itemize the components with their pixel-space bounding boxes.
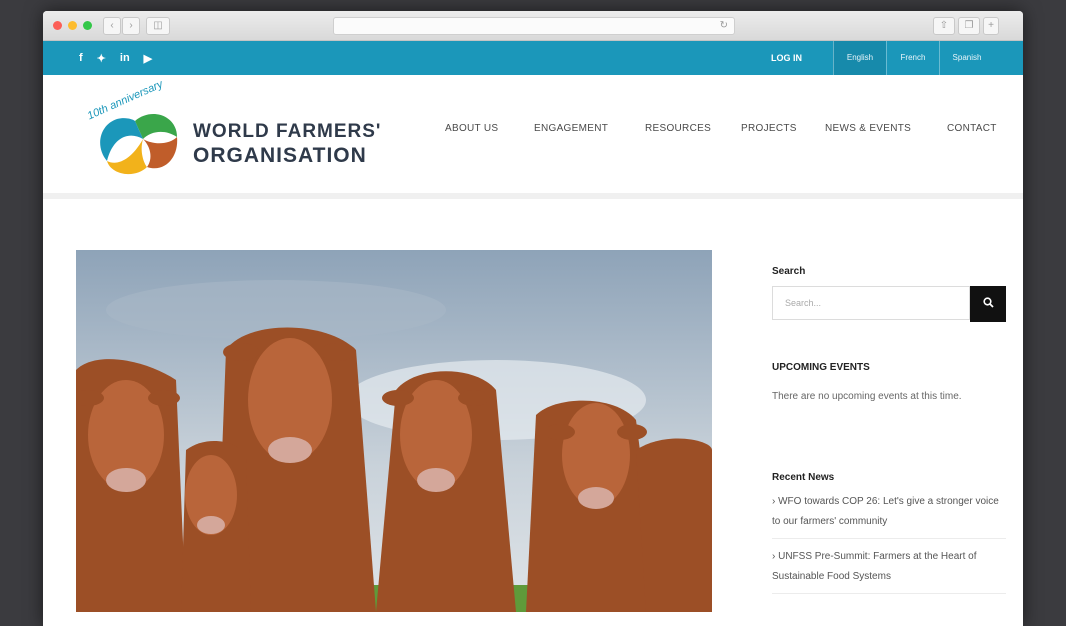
back-button[interactable]: ‹ [103, 17, 121, 35]
new-tab-icon[interactable]: + [983, 17, 999, 35]
share-icon[interactable]: ⇧ [933, 17, 955, 35]
browser-window: ‹ › ◫ ↻ ⇧ ❐ + f ✦ in ▶ LOG IN English Fr… [43, 11, 1023, 626]
search-input[interactable] [772, 286, 970, 320]
news-link[interactable]: UNFSS Pre-Summit: Farmers at the Heart o… [772, 551, 977, 582]
login-link[interactable]: LOG IN [771, 41, 802, 75]
language-english[interactable]: English [833, 41, 886, 75]
recent-news-list: › WFO towards COP 26: Let's give a stron… [772, 492, 1006, 602]
sidebar: Search UPCOMING EVENTS There are no upco… [772, 266, 1006, 594]
minimize-window-button[interactable] [68, 21, 77, 30]
twitter-icon[interactable]: ✦ [97, 52, 106, 65]
news-item[interactable]: › WFO towards COP 26: Let's give a stron… [772, 492, 1006, 539]
close-window-button[interactable] [53, 21, 62, 30]
facebook-icon[interactable]: f [79, 52, 83, 64]
recent-news-title: Recent News [772, 472, 835, 483]
zoom-window-button[interactable] [83, 21, 92, 30]
site-header: 10th anniversary WORLD FARMERS' ORGANISA… [43, 75, 1023, 199]
hero-image-cattle [76, 250, 712, 612]
linkedin-icon[interactable]: in [120, 52, 130, 64]
news-link[interactable]: WFO towards COP 26: Let's give a stronge… [772, 496, 999, 527]
social-links: f ✦ in ▶ [79, 41, 152, 75]
search-icon [982, 297, 994, 308]
forward-button[interactable]: › [122, 17, 140, 35]
upcoming-events-title: UPCOMING EVENTS [772, 362, 870, 373]
reload-icon[interactable]: ↻ [720, 18, 728, 34]
top-bar: f ✦ in ▶ LOG IN English French Spanish [43, 41, 1023, 75]
nav-news-events[interactable]: NEWS & EVENTS [825, 123, 911, 134]
language-spanish[interactable]: Spanish [939, 41, 994, 75]
browser-toolbar: ‹ › ◫ ↻ ⇧ ❐ + [43, 11, 1023, 41]
tabs-icon[interactable]: ❐ [958, 17, 980, 35]
language-french[interactable]: French [886, 41, 939, 75]
search-title: Search [772, 266, 806, 277]
news-item[interactable]: › UNFSS Pre-Summit: Farmers at the Heart… [772, 547, 1006, 594]
youtube-icon[interactable]: ▶ [144, 52, 152, 65]
address-bar[interactable]: ↻ [333, 17, 735, 35]
nav-about-us[interactable]: ABOUT US [445, 123, 498, 134]
brand-name[interactable]: WORLD FARMERS' ORGANISATION [193, 121, 381, 169]
nav-engagement[interactable]: ENGAGEMENT [534, 123, 608, 134]
sidebar-toggle-icon[interactable]: ◫ [146, 17, 170, 35]
upcoming-events-text: There are no upcoming events at this tim… [772, 391, 962, 402]
search-form [772, 286, 1006, 322]
search-button[interactable] [970, 286, 1006, 322]
brand-line-1: WORLD FARMERS' [193, 121, 382, 142]
brand-line-2: ORGANISATION [193, 144, 367, 167]
nav-resources[interactable]: RESOURCES [645, 123, 711, 134]
nav-projects[interactable]: PROJECTS [741, 123, 797, 134]
wfo-logo[interactable]: 10th anniversary [73, 81, 193, 191]
nav-contact[interactable]: CONTACT [947, 123, 997, 134]
